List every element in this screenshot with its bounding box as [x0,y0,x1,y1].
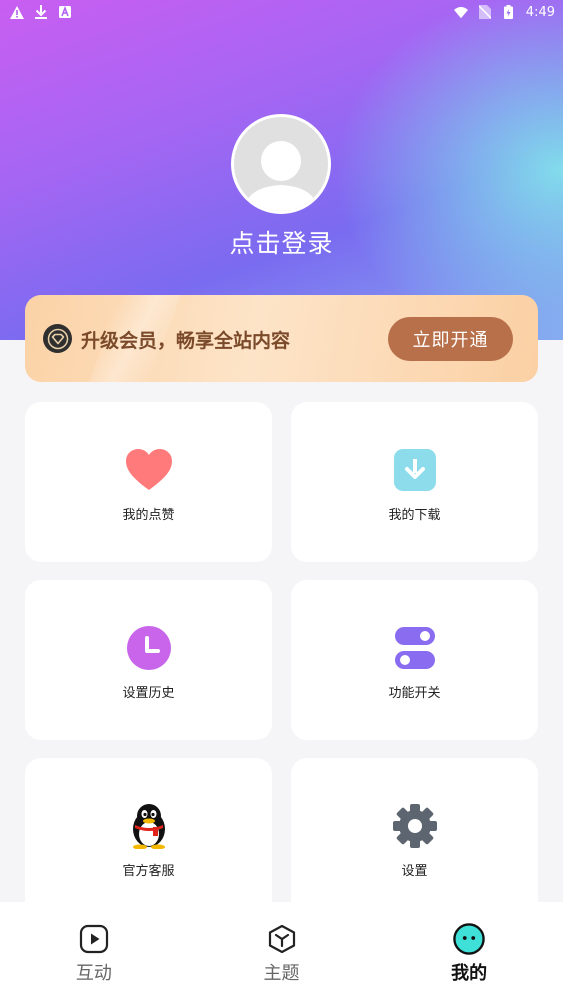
menu-card-downloads[interactable]: 我的下载 [291,402,538,562]
avatar[interactable] [231,114,331,214]
menu-card-label: 我的点赞 [122,508,175,523]
menu-card-history[interactable]: 设置历史 [25,580,272,740]
menu-card-feature-toggles[interactable]: 功能开关 [291,580,538,740]
warning-icon [10,5,24,19]
menu-card-label: 设置 [401,864,428,879]
diamond-icon [43,324,72,353]
heart-icon [126,447,172,493]
vip-promo-text: 升级会员，畅享全站内容 [81,330,291,352]
download-icon [392,447,438,493]
tab-mine[interactable]: 我的 [375,902,563,1002]
menu-card-label: 设置历史 [122,686,175,701]
bottom-tab-bar: 互动 主题 我的 [0,902,563,1002]
toggle-icon [392,625,438,671]
menu-card-likes[interactable]: 我的点赞 [25,402,272,562]
menu-card-label: 官方客服 [122,864,175,879]
tab-label: 主题 [263,963,300,984]
status-time: 4:49 [525,4,555,20]
menu-card-settings[interactable]: 设置 [291,758,538,918]
menu-card-label: 功能开关 [388,686,441,701]
face-icon [453,923,485,955]
vip-upgrade-banner[interactable]: 升级会员，畅享全站内容 立即开通 [25,295,538,382]
status-bar: 4:49 [0,0,563,24]
font-a-icon [58,5,72,19]
tab-interact[interactable]: 互动 [0,902,188,1002]
menu-card-customer-service[interactable]: 官方客服 [25,758,272,918]
activate-vip-button[interactable]: 立即开通 [388,317,513,361]
tab-label: 我的 [451,963,488,984]
tab-label: 互动 [75,963,112,984]
clock-icon [126,625,172,671]
download-icon [34,5,48,19]
cube-icon [266,923,298,955]
tab-theme[interactable]: 主题 [188,902,376,1002]
gear-icon [392,803,438,849]
qq-penguin-icon [126,803,172,849]
wifi-icon [453,5,468,19]
battery-icon [502,5,516,19]
play-icon [78,923,110,955]
menu-card-label: 我的下载 [388,508,441,523]
no-sim-icon [478,5,492,19]
login-link[interactable]: 点击登录 [0,224,563,260]
